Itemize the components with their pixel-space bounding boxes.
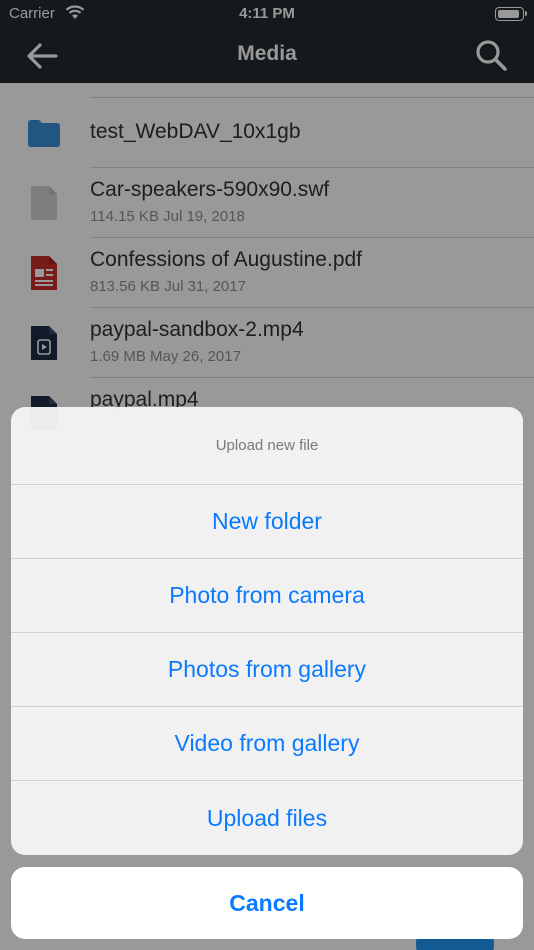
photos-from-gallery-button[interactable]: Photos from gallery <box>11 633 523 707</box>
video-from-gallery-button[interactable]: Video from gallery <box>11 707 523 781</box>
upload-files-button[interactable]: Upload files <box>11 781 523 855</box>
photo-from-camera-button[interactable]: Photo from camera <box>11 559 523 633</box>
action-sheet-title: Upload new file <box>11 407 523 485</box>
action-sheet: Upload new file New folder Photo from ca… <box>11 407 523 855</box>
new-folder-button[interactable]: New folder <box>11 485 523 559</box>
cancel-button[interactable]: Cancel <box>11 867 523 939</box>
